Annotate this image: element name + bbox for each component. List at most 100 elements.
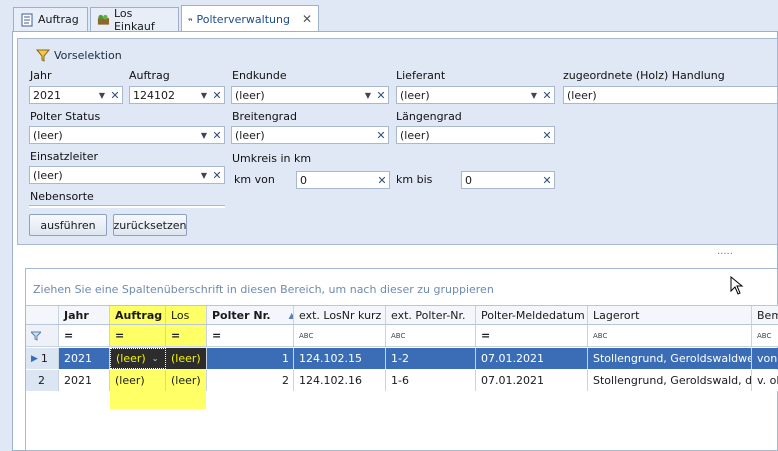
- filter-indicator: [26, 325, 59, 346]
- kmvon-label: km von: [234, 173, 275, 186]
- clear-icon[interactable]: ✕: [108, 89, 122, 102]
- handlung-field[interactable]: (leer): [563, 86, 778, 104]
- col-auftrag[interactable]: Auftrag: [110, 306, 166, 324]
- col-lagerort[interactable]: Lagerort: [588, 306, 752, 324]
- cell-ext-losnr[interactable]: 124.102.16: [294, 370, 386, 391]
- endkunde-field[interactable]: (leer) ▼ ✕: [231, 86, 389, 104]
- einsatzleiter-value: (leer): [33, 168, 63, 182]
- filter-bem[interactable]: ABC: [752, 325, 778, 346]
- clear-icon[interactable]: ✕: [540, 129, 554, 142]
- lieferant-field[interactable]: (leer) ▼ ✕: [396, 86, 555, 104]
- einsatzleiter-field[interactable]: (leer) ▼ ✕: [29, 166, 225, 184]
- col-los[interactable]: Los: [166, 306, 207, 324]
- clear-icon[interactable]: ✕: [210, 129, 224, 142]
- polterstatus-field[interactable]: (leer) ▼ ✕: [29, 126, 225, 144]
- clear-icon[interactable]: ✕: [374, 89, 388, 102]
- kmbis-field[interactable]: 0 ✕: [461, 171, 555, 189]
- table-row[interactable]: 2 2021 (leer) (leer) 2 124.102.16 1-6 07…: [26, 370, 778, 391]
- filter-meldedatum[interactable]: =: [476, 325, 588, 346]
- polterstatus-label: Polter Status: [30, 110, 101, 123]
- filter-wand-icon: [36, 49, 50, 62]
- cell-ext-losnr[interactable]: 124.102.15: [294, 348, 386, 369]
- filter-abc-icon: ABC: [593, 331, 608, 340]
- col-bem[interactable]: Bem: [752, 306, 778, 324]
- auftrag-field[interactable]: 124102 ▼ ✕: [129, 86, 225, 104]
- filter-polter-nr[interactable]: =: [207, 325, 294, 346]
- clear-icon[interactable]: ✕: [375, 174, 389, 187]
- tab-los-einkauf[interactable]: Los Einkauf: [90, 7, 179, 33]
- cell-ext-polter-nr[interactable]: 1-2: [386, 348, 476, 369]
- kmvon-field[interactable]: 0 ✕: [296, 171, 390, 189]
- chevron-down-icon[interactable]: ▼: [198, 91, 210, 100]
- cell-los[interactable]: (leer): [166, 348, 207, 369]
- laengengrad-field[interactable]: (leer) ✕: [396, 126, 555, 144]
- filter-lagerort[interactable]: ABC: [588, 325, 752, 346]
- mouse-pointer-icon: [730, 276, 744, 295]
- ausfuehren-button[interactable]: ausführen: [29, 214, 107, 236]
- cell-los[interactable]: (leer): [166, 370, 207, 391]
- kmvon-value: 0: [300, 173, 307, 187]
- clear-icon[interactable]: ✕: [374, 129, 388, 142]
- col-jahr[interactable]: Jahr: [59, 306, 110, 324]
- chevron-down-icon[interactable]: ▼: [96, 91, 108, 100]
- col-ext-losnr[interactable]: ext. LosNr kurz: [294, 306, 386, 324]
- nebensorte-label: Nebensorte: [30, 190, 94, 203]
- filter-eq: =: [212, 329, 221, 342]
- filter-auftrag[interactable]: =: [110, 325, 166, 346]
- col-meldedatum[interactable]: Polter-Meldedatum: [476, 306, 588, 324]
- table-row[interactable]: ▶ 1 2021 (leer) ⌄ (leer) 1 124.102.15 1-…: [26, 348, 778, 369]
- cell-auftrag[interactable]: (leer) ⌄: [110, 348, 166, 369]
- zuruecksetzen-button[interactable]: zurücksetzen: [113, 214, 187, 236]
- jahr-label: Jahr: [30, 69, 52, 82]
- chevron-down-icon[interactable]: ▼: [528, 91, 540, 100]
- cell-lagerort[interactable]: Stollengrund, Geroldswaldweg...: [588, 348, 752, 369]
- cell-jahr[interactable]: 2021: [59, 370, 110, 391]
- cell-polter-nr[interactable]: 2: [207, 370, 294, 391]
- nebensorte-field[interactable]: [29, 205, 225, 208]
- cell-lagerort[interactable]: Stollengrund, Geroldswald, da...: [588, 370, 752, 391]
- row-indicator: ▶ 1: [26, 348, 59, 369]
- umkreis-label: Umkreis in km: [232, 152, 312, 165]
- filter-eq: =: [64, 329, 73, 342]
- chevron-down-icon[interactable]: ▼: [198, 171, 210, 180]
- filter-ext-polter-nr[interactable]: ABC: [386, 325, 476, 346]
- kmbis-value: 0: [465, 173, 472, 187]
- auftrag-value: 124102: [133, 88, 175, 102]
- cell-jahr[interactable]: 2021: [59, 348, 110, 369]
- breitengrad-field[interactable]: (leer) ✕: [231, 126, 389, 144]
- cell-auftrag[interactable]: (leer): [110, 370, 166, 391]
- tab-polterverwaltung[interactable]: Polterverwaltung ✕: [181, 5, 319, 32]
- filter-ext-losnr[interactable]: ABC: [294, 325, 386, 346]
- handlung-value: (leer): [567, 88, 597, 102]
- clear-icon[interactable]: ✕: [540, 89, 554, 102]
- cell-ext-polter-nr[interactable]: 1-6: [386, 370, 476, 391]
- chevron-down-icon[interactable]: ⌄: [152, 354, 159, 363]
- truck-icon: [188, 18, 193, 21]
- close-icon[interactable]: ✕: [302, 12, 312, 26]
- clear-icon[interactable]: ✕: [540, 174, 554, 187]
- clear-icon[interactable]: ✕: [210, 169, 224, 182]
- col-ext-polter-nr[interactable]: ext. Polter-Nr.: [386, 306, 476, 324]
- cell-polter-nr[interactable]: 1: [207, 348, 294, 369]
- jahr-field[interactable]: 2021 ▼ ✕: [29, 86, 123, 104]
- cell-meldedatum[interactable]: 07.01.2021: [476, 370, 588, 391]
- cell-bem[interactable]: v. ol: [752, 370, 778, 391]
- cell-auftrag-value: (leer): [116, 352, 146, 365]
- chevron-down-icon[interactable]: ▼: [362, 91, 374, 100]
- grid-header: Jahr Auftrag Los Polter Nr. ▲ ext. LosNr…: [26, 305, 778, 325]
- splitter-handle[interactable]: ·····: [717, 250, 737, 260]
- row-indicator: 2: [26, 370, 59, 391]
- filter-abc-icon: ABC: [299, 331, 314, 340]
- clear-icon[interactable]: ✕: [210, 89, 224, 102]
- chevron-down-icon[interactable]: ▼: [198, 131, 210, 140]
- cell-meldedatum[interactable]: 07.01.2021: [476, 348, 588, 369]
- filter-eq: =: [171, 329, 180, 342]
- filter-los[interactable]: =: [166, 325, 207, 346]
- handlung-label: zugeordnete (Holz) Handlung: [563, 69, 725, 82]
- tab-auftrag[interactable]: Auftrag: [13, 7, 88, 31]
- document-icon: [21, 13, 33, 26]
- filter-jahr[interactable]: =: [59, 325, 110, 346]
- filter-abc-icon: ABC: [391, 331, 406, 340]
- cell-bem[interactable]: von: [752, 348, 778, 369]
- col-polter-nr[interactable]: Polter Nr. ▲: [207, 306, 294, 324]
